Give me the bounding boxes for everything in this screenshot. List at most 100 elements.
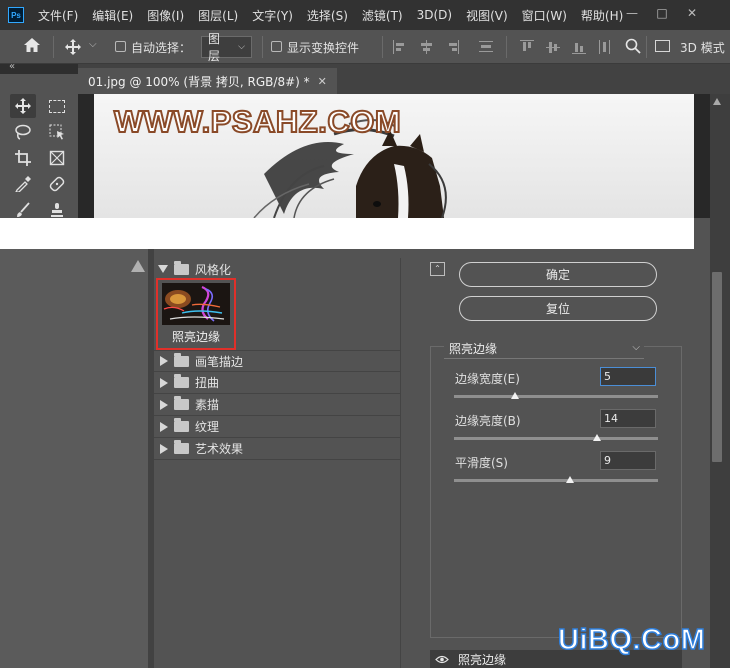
- healing-brush-tool-icon[interactable]: [44, 172, 70, 196]
- separator: [53, 36, 54, 58]
- uibq-watermark: UiBQ.CoM: [557, 623, 706, 657]
- folder-icon: [174, 418, 189, 432]
- category-label: 素描: [195, 398, 220, 412]
- document-image[interactable]: WWW.PSAHZ.COM: [94, 94, 694, 218]
- expand-triangle-icon[interactable]: [158, 265, 168, 273]
- menu-select[interactable]: 选择(S): [307, 7, 348, 24]
- separator: [646, 36, 647, 58]
- edge-brightness-slider-thumb[interactable]: [592, 434, 601, 441]
- align-top-icon[interactable]: [520, 40, 534, 54]
- align-vcenter-icon[interactable]: [546, 40, 560, 54]
- edge-width-slider-thumb[interactable]: [511, 392, 520, 399]
- folder-icon: [174, 440, 189, 454]
- category-label: 扭曲: [195, 376, 220, 390]
- menu-3d[interactable]: 3D(D): [417, 8, 452, 22]
- smoothness-input[interactable]: 9: [600, 451, 656, 470]
- smoothness-slider-track[interactable]: [454, 479, 658, 482]
- eyedropper-tool-icon[interactable]: [10, 172, 36, 196]
- edge-width-input[interactable]: 5: [600, 367, 656, 386]
- menu-help[interactable]: 帮助(H): [581, 7, 623, 24]
- filter-type-dropdown[interactable]: 照亮边缘 ⌵: [444, 339, 644, 359]
- folder-icon: [174, 374, 189, 388]
- auto-select-label: 自动选择：: [131, 41, 192, 55]
- menu-bar: Ps 文件(F) 编辑(E) 图像(I) 图层(L) 文字(Y) 选择(S) 滤…: [0, 0, 730, 30]
- object-select-tool-icon[interactable]: [44, 120, 70, 144]
- separator: [506, 36, 507, 58]
- filter-preview-pane[interactable]: [0, 249, 148, 668]
- frame-tool-icon[interactable]: [44, 146, 70, 170]
- expand-triangle-icon[interactable]: [160, 421, 168, 432]
- menu-type[interactable]: 文字(Y): [252, 7, 293, 24]
- collapse-chevron-icon[interactable]: «: [9, 61, 15, 72]
- document-tab-bar: 01.jpg @ 100% (背景 拷贝, RGB/8#) * ✕: [78, 64, 730, 94]
- filter-thumbnail-glowing-edges[interactable]: 照亮边缘: [156, 278, 236, 350]
- close-icon[interactable]: ✕: [681, 4, 703, 22]
- menu-layer[interactable]: 图层(L): [198, 7, 238, 24]
- crop-tool-icon[interactable]: [10, 146, 36, 170]
- maximize-icon[interactable]: □: [651, 4, 673, 22]
- minimize-icon[interactable]: —: [621, 4, 643, 22]
- eye-icon[interactable]: [430, 655, 454, 664]
- edge-brightness-input[interactable]: 14: [600, 409, 656, 428]
- ok-button[interactable]: 确定: [459, 262, 657, 287]
- options-bar: ⌵ 自动选择： 图层 ⌵ 显示变换控件 3D 模式: [0, 30, 730, 64]
- menu-window[interactable]: 窗口(W): [522, 7, 567, 24]
- 3d-mode-label: 3D 模式: [680, 41, 725, 55]
- smoothness-slider-thumb[interactable]: [566, 476, 575, 483]
- auto-select-target-dropdown[interactable]: 图层 ⌵: [201, 32, 252, 63]
- filter-parameters-frame: [430, 346, 682, 638]
- category-label: 纹理: [195, 420, 220, 434]
- menu-view[interactable]: 视图(V): [466, 7, 508, 24]
- folder-icon: [174, 260, 189, 275]
- filter-category-sketch[interactable]: 素描: [154, 394, 400, 416]
- edge-brightness-slider-track[interactable]: [454, 437, 658, 440]
- close-tab-icon[interactable]: ✕: [318, 75, 327, 88]
- filter-category-artistic[interactable]: 艺术效果: [154, 438, 400, 460]
- align-right-icon[interactable]: [445, 40, 459, 54]
- menu-image[interactable]: 图像(I): [147, 7, 184, 24]
- chevron-down-icon[interactable]: ⌵: [89, 39, 97, 50]
- edge-width-slider-track[interactable]: [454, 395, 658, 398]
- photoshop-logo: Ps: [8, 7, 24, 23]
- edge-width-label: 边缘宽度(E): [455, 372, 520, 386]
- category-label: 艺术效果: [195, 442, 244, 456]
- filter-category-stylize[interactable]: 风格化: [154, 258, 400, 280]
- align-hcenter-icon[interactable]: [419, 40, 433, 54]
- align-left-icon[interactable]: [393, 40, 407, 54]
- filter-type-value: 照亮边缘: [449, 342, 498, 356]
- scrollbar-thumb[interactable]: [712, 272, 722, 462]
- collapse-gallery-icon[interactable]: ⌃: [430, 262, 445, 276]
- expand-triangle-icon[interactable]: [160, 399, 168, 410]
- show-transform-checkbox[interactable]: [271, 41, 282, 52]
- menu-filter[interactable]: 滤镜(T): [362, 7, 403, 24]
- align-bottom-icon[interactable]: [572, 40, 586, 54]
- reset-button[interactable]: 复位: [459, 296, 657, 321]
- preview-scroll-up-icon[interactable]: [131, 260, 145, 272]
- filter-list-scrollbar[interactable]: [400, 258, 416, 668]
- lasso-tool-icon[interactable]: [10, 120, 36, 144]
- folder-icon: [174, 352, 189, 367]
- marquee-tool-icon[interactable]: [44, 94, 70, 118]
- menu-edit[interactable]: 编辑(E): [92, 7, 133, 24]
- move-tool-icon[interactable]: [10, 94, 36, 118]
- expand-triangle-icon[interactable]: [160, 443, 168, 454]
- search-icon[interactable]: [625, 38, 641, 57]
- layer-select-value: 图层: [208, 32, 221, 63]
- distribute-icon[interactable]: [479, 40, 493, 54]
- home-icon[interactable]: [23, 37, 41, 57]
- menu-file[interactable]: 文件(F): [38, 7, 78, 24]
- move-tool-icon[interactable]: [64, 38, 82, 59]
- filter-category-distort[interactable]: 扭曲: [154, 372, 400, 394]
- expand-triangle-icon[interactable]: [160, 377, 168, 388]
- distribute-v-icon[interactable]: [598, 40, 612, 54]
- filter-category-brush-strokes[interactable]: 画笔描边: [154, 350, 400, 372]
- scroll-up-arrow-icon[interactable]: [713, 98, 721, 105]
- auto-select-checkbox[interactable]: [115, 41, 126, 52]
- expand-triangle-icon[interactable]: [160, 356, 168, 366]
- filter-category-texture[interactable]: 纹理: [154, 416, 400, 438]
- canvas-area[interactable]: WWW.PSAHZ.COM: [78, 94, 730, 218]
- document-tab-title: 01.jpg @ 100% (背景 拷贝, RGB/8#) *: [88, 74, 310, 89]
- document-tab[interactable]: 01.jpg @ 100% (背景 拷贝, RGB/8#) * ✕: [78, 68, 337, 94]
- smoothness-label: 平滑度(S): [455, 456, 508, 470]
- workspace-icon[interactable]: [655, 40, 670, 52]
